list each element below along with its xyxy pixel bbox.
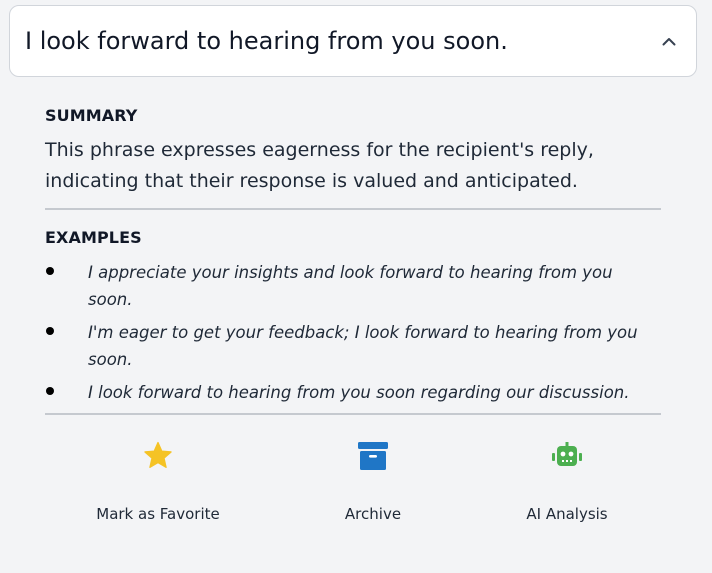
example-text: I look forward to hearing from you soon … [88,383,630,402]
examples-list: I appreciate your insights and look forw… [45,259,661,412]
bullet [46,267,54,275]
action-bar: Mark as Favorite Archive AI Analysis [45,435,661,535]
ai-analysis-button[interactable]: AI Analysis [467,435,667,531]
example-text: I appreciate your insights and look forw… [88,263,613,309]
divider [45,413,661,415]
divider [45,208,661,210]
mark-as-favorite-label: Mark as Favorite [96,505,220,523]
phrase-title: I look forward to hearing from you soon. [25,27,508,55]
examples-label: EXAMPLES [45,228,142,247]
phrase-card: I look forward to hearing from you soon.… [9,5,697,558]
ai-analysis-label: AI Analysis [526,505,608,523]
bullet [46,387,54,395]
robot-icon [467,439,667,473]
bullet [46,327,54,335]
summary-text: This phrase expresses eagerness for the … [45,139,594,192]
star-icon [58,439,258,473]
archive-button[interactable]: Archive [273,435,473,531]
example-item: I'm eager to get your feedback; I look f… [45,319,661,373]
chevron-up-icon[interactable] [658,30,680,52]
mark-as-favorite-button[interactable]: Mark as Favorite [58,435,258,531]
example-item: I look forward to hearing from you soon … [45,379,661,406]
summary-label: SUMMARY [45,106,138,125]
archive-label: Archive [344,505,402,523]
card-header[interactable]: I look forward to hearing from you soon. [9,5,697,77]
example-text: I'm eager to get your feedback; I look f… [88,323,638,369]
archive-icon [273,439,473,473]
example-item: I appreciate your insights and look forw… [45,259,661,313]
